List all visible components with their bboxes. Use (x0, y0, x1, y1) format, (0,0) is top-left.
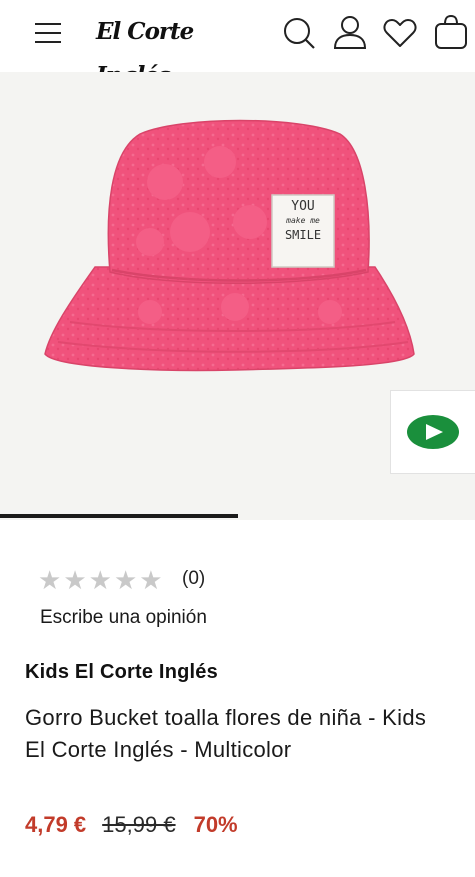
header: El Corte Inglés (0, 0, 475, 89)
hat-label-line1: YOU (291, 199, 315, 214)
star-icon: ★ (139, 565, 163, 595)
cart-button[interactable] (432, 12, 470, 52)
discount-badge: 70% (193, 812, 238, 837)
star-icon: ★ (88, 565, 112, 595)
wishlist-button[interactable] (380, 14, 420, 52)
current-price: 4,79 € (25, 812, 87, 837)
star-icon: ★ (63, 565, 87, 595)
menu-icon (35, 23, 61, 43)
rating-stars: ★ ★ ★ ★ ★ (38, 566, 163, 594)
menu-button[interactable] (30, 15, 66, 51)
add-to-wishlist-button[interactable] (403, 519, 437, 520)
image-progress-bar (0, 514, 475, 518)
video-play-button[interactable] (390, 390, 475, 474)
search-icon (284, 18, 315, 49)
account-button[interactable] (330, 12, 370, 52)
hat-label-line2: make me (286, 216, 320, 225)
user-icon (333, 16, 367, 49)
star-icon: ★ (38, 565, 62, 595)
brand-logo[interactable]: El Corte Inglés (96, 10, 266, 89)
heart-icon (383, 19, 417, 47)
shopping-bag-icon (435, 14, 467, 49)
original-price: 15,99 € (102, 812, 176, 837)
hat-label-line3: SMILE (284, 228, 322, 242)
price-block: 4,79 € 15,99 € 70% (25, 812, 238, 838)
play-icon (407, 415, 459, 449)
search-button[interactable] (280, 14, 318, 52)
share-button[interactable] (330, 519, 362, 520)
product-title: Gorro Bucket toalla flores de niña - Kid… (25, 705, 427, 762)
hat-label-text: YOU make me SMILE (272, 199, 334, 243)
image-progress-fill (0, 514, 238, 518)
product-brand[interactable]: Kids El Corte Inglés (25, 661, 218, 684)
rating-count: (0) (182, 568, 206, 589)
star-icon: ★ (113, 565, 138, 595)
product-image-gallery[interactable]: YOU make me SMILE (0, 72, 475, 520)
write-review-link[interactable]: Escribe una opinión (40, 607, 207, 629)
